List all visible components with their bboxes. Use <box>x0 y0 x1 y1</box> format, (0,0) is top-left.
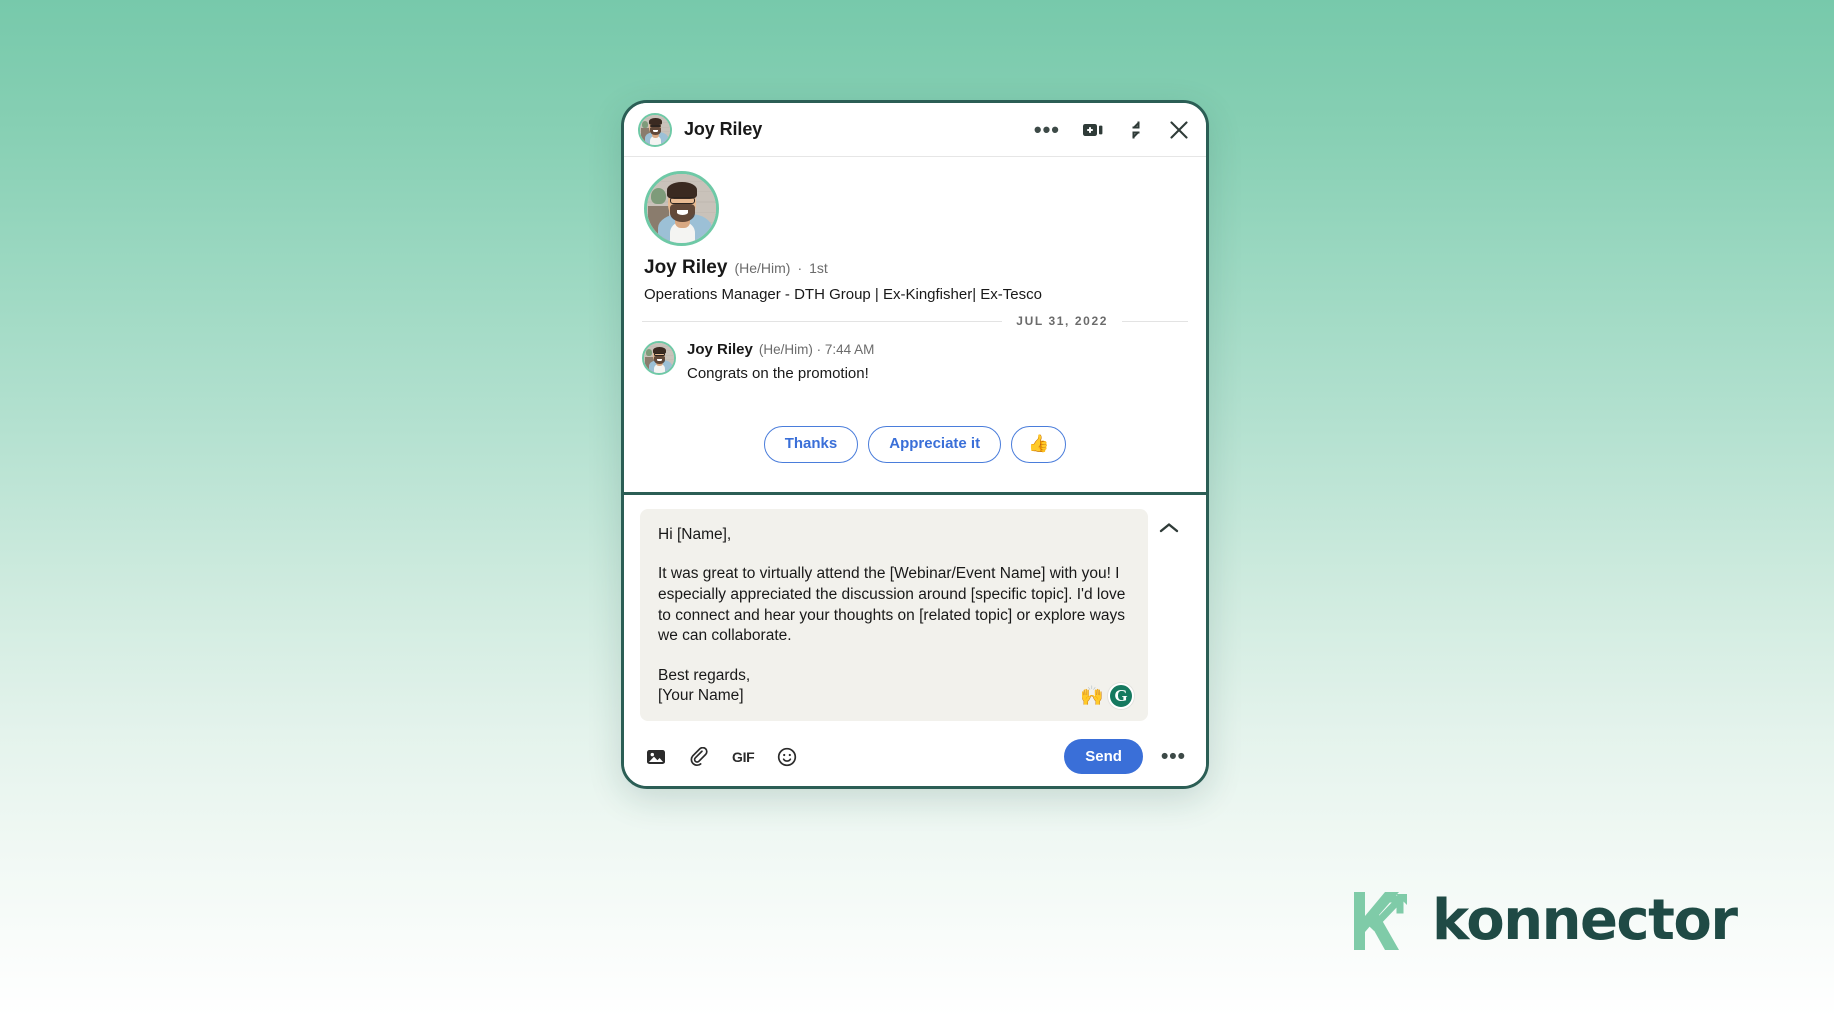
message-avatar[interactable] <box>642 341 676 375</box>
konnector-k-arrow-logo <box>1354 891 1407 950</box>
raised-hands-emoji: 🙌 <box>1080 685 1104 707</box>
draft-signoff: Best regards, <box>658 666 751 684</box>
attach-image-icon[interactable] <box>646 748 666 766</box>
draft-spacer <box>658 545 1130 564</box>
quick-reply-bar: Thanks Appreciate it 👍 <box>642 426 1188 463</box>
insert-emoji-icon[interactable] <box>777 747 797 767</box>
profile-separator: · <box>797 260 803 276</box>
message-draft-input[interactable]: Hi [Name], It was great to virtually att… <box>640 508 1148 721</box>
profile-pronouns: (He/Him) <box>734 260 791 276</box>
message-meta: (He/Him) · 7:44 AM <box>758 342 875 357</box>
close-icon[interactable] <box>1168 119 1190 141</box>
send-button[interactable]: Send <box>1064 739 1143 774</box>
avatar-portrait <box>644 343 674 373</box>
quick-reply-thumbs-up[interactable]: 👍 <box>1011 426 1067 463</box>
composer-more-options-icon[interactable]: ••• <box>1161 746 1186 767</box>
date-separator-label: JUL 31, 2022 <box>1016 314 1108 328</box>
profile-headline: Operations Manager - DTH Group | Ex-King… <box>644 286 1042 303</box>
profile-card: Joy Riley (He/Him) · 1st Operations Mana… <box>642 171 1188 303</box>
profile-name[interactable]: Joy Riley <box>644 257 727 279</box>
header-actions: ••• <box>1034 118 1190 141</box>
video-call-icon[interactable] <box>1082 121 1104 139</box>
insert-gif-icon[interactable]: GIF <box>732 749 755 765</box>
composer-actions: Send ••• <box>1064 739 1186 774</box>
more-options-icon[interactable]: ••• <box>1034 118 1060 140</box>
message-header: Joy Riley (He/Him) · 7:44 AM <box>687 341 874 358</box>
avatar-portrait <box>647 174 716 243</box>
quick-reply-appreciate-it[interactable]: Appreciate it <box>868 426 1002 463</box>
draft-spacer <box>658 647 1130 666</box>
message-composer: Hi [Name], It was great to virtually att… <box>624 491 1206 786</box>
collapse-composer-button[interactable] <box>1148 509 1190 535</box>
konnector-logo: konnector <box>1352 888 1738 953</box>
profile-name-row: Joy Riley (He/Him) · 1st <box>644 257 1188 279</box>
message-text: Congrats on the promotion! <box>687 365 869 382</box>
conversation-body: Joy Riley (He/Him) · 1st Operations Mana… <box>624 157 1206 492</box>
draft-body: It was great to virtually attend the [We… <box>658 565 1126 645</box>
composer-toolbar: GIF Send ••• <box>640 739 1190 774</box>
profile-degree: 1st <box>809 260 828 276</box>
composer-top: Hi [Name], It was great to virtually att… <box>640 508 1190 721</box>
linkedin-message-window: Joy Riley ••• Joy Riley (He/Him) · 1st O… <box>621 100 1209 789</box>
composer-tool-icons: GIF <box>646 746 797 767</box>
konnector-wordmark: konnector <box>1432 888 1738 953</box>
draft-signature: [Your Name] <box>658 687 744 705</box>
message-content: Joy Riley (He/Him) · 7:44 AM Congrats on… <box>687 341 874 382</box>
conversation-title: Joy Riley <box>684 119 763 139</box>
date-separator: JUL 31, 2022 <box>642 314 1188 328</box>
header-avatar[interactable] <box>638 112 672 147</box>
message-author[interactable]: Joy Riley <box>687 341 753 358</box>
profile-avatar[interactable] <box>644 171 719 246</box>
message-window-header: Joy Riley ••• <box>624 103 1206 157</box>
date-separator-line-right <box>1122 320 1188 322</box>
chevron-up-icon <box>1159 523 1179 532</box>
date-separator-line-left <box>642 320 1003 322</box>
attach-file-icon[interactable] <box>689 746 709 767</box>
quick-reply-thanks[interactable]: Thanks <box>763 426 859 463</box>
draft-greeting: Hi [Name], <box>658 525 732 543</box>
collapse-window-icon[interactable] <box>1126 120 1146 140</box>
grammarly-badge-icon[interactable]: G <box>1108 683 1134 709</box>
draft-badges: 🙌 G <box>1080 683 1134 709</box>
message-item: Joy Riley (He/Him) · 7:44 AM Congrats on… <box>642 341 1188 382</box>
avatar-portrait <box>640 114 670 145</box>
